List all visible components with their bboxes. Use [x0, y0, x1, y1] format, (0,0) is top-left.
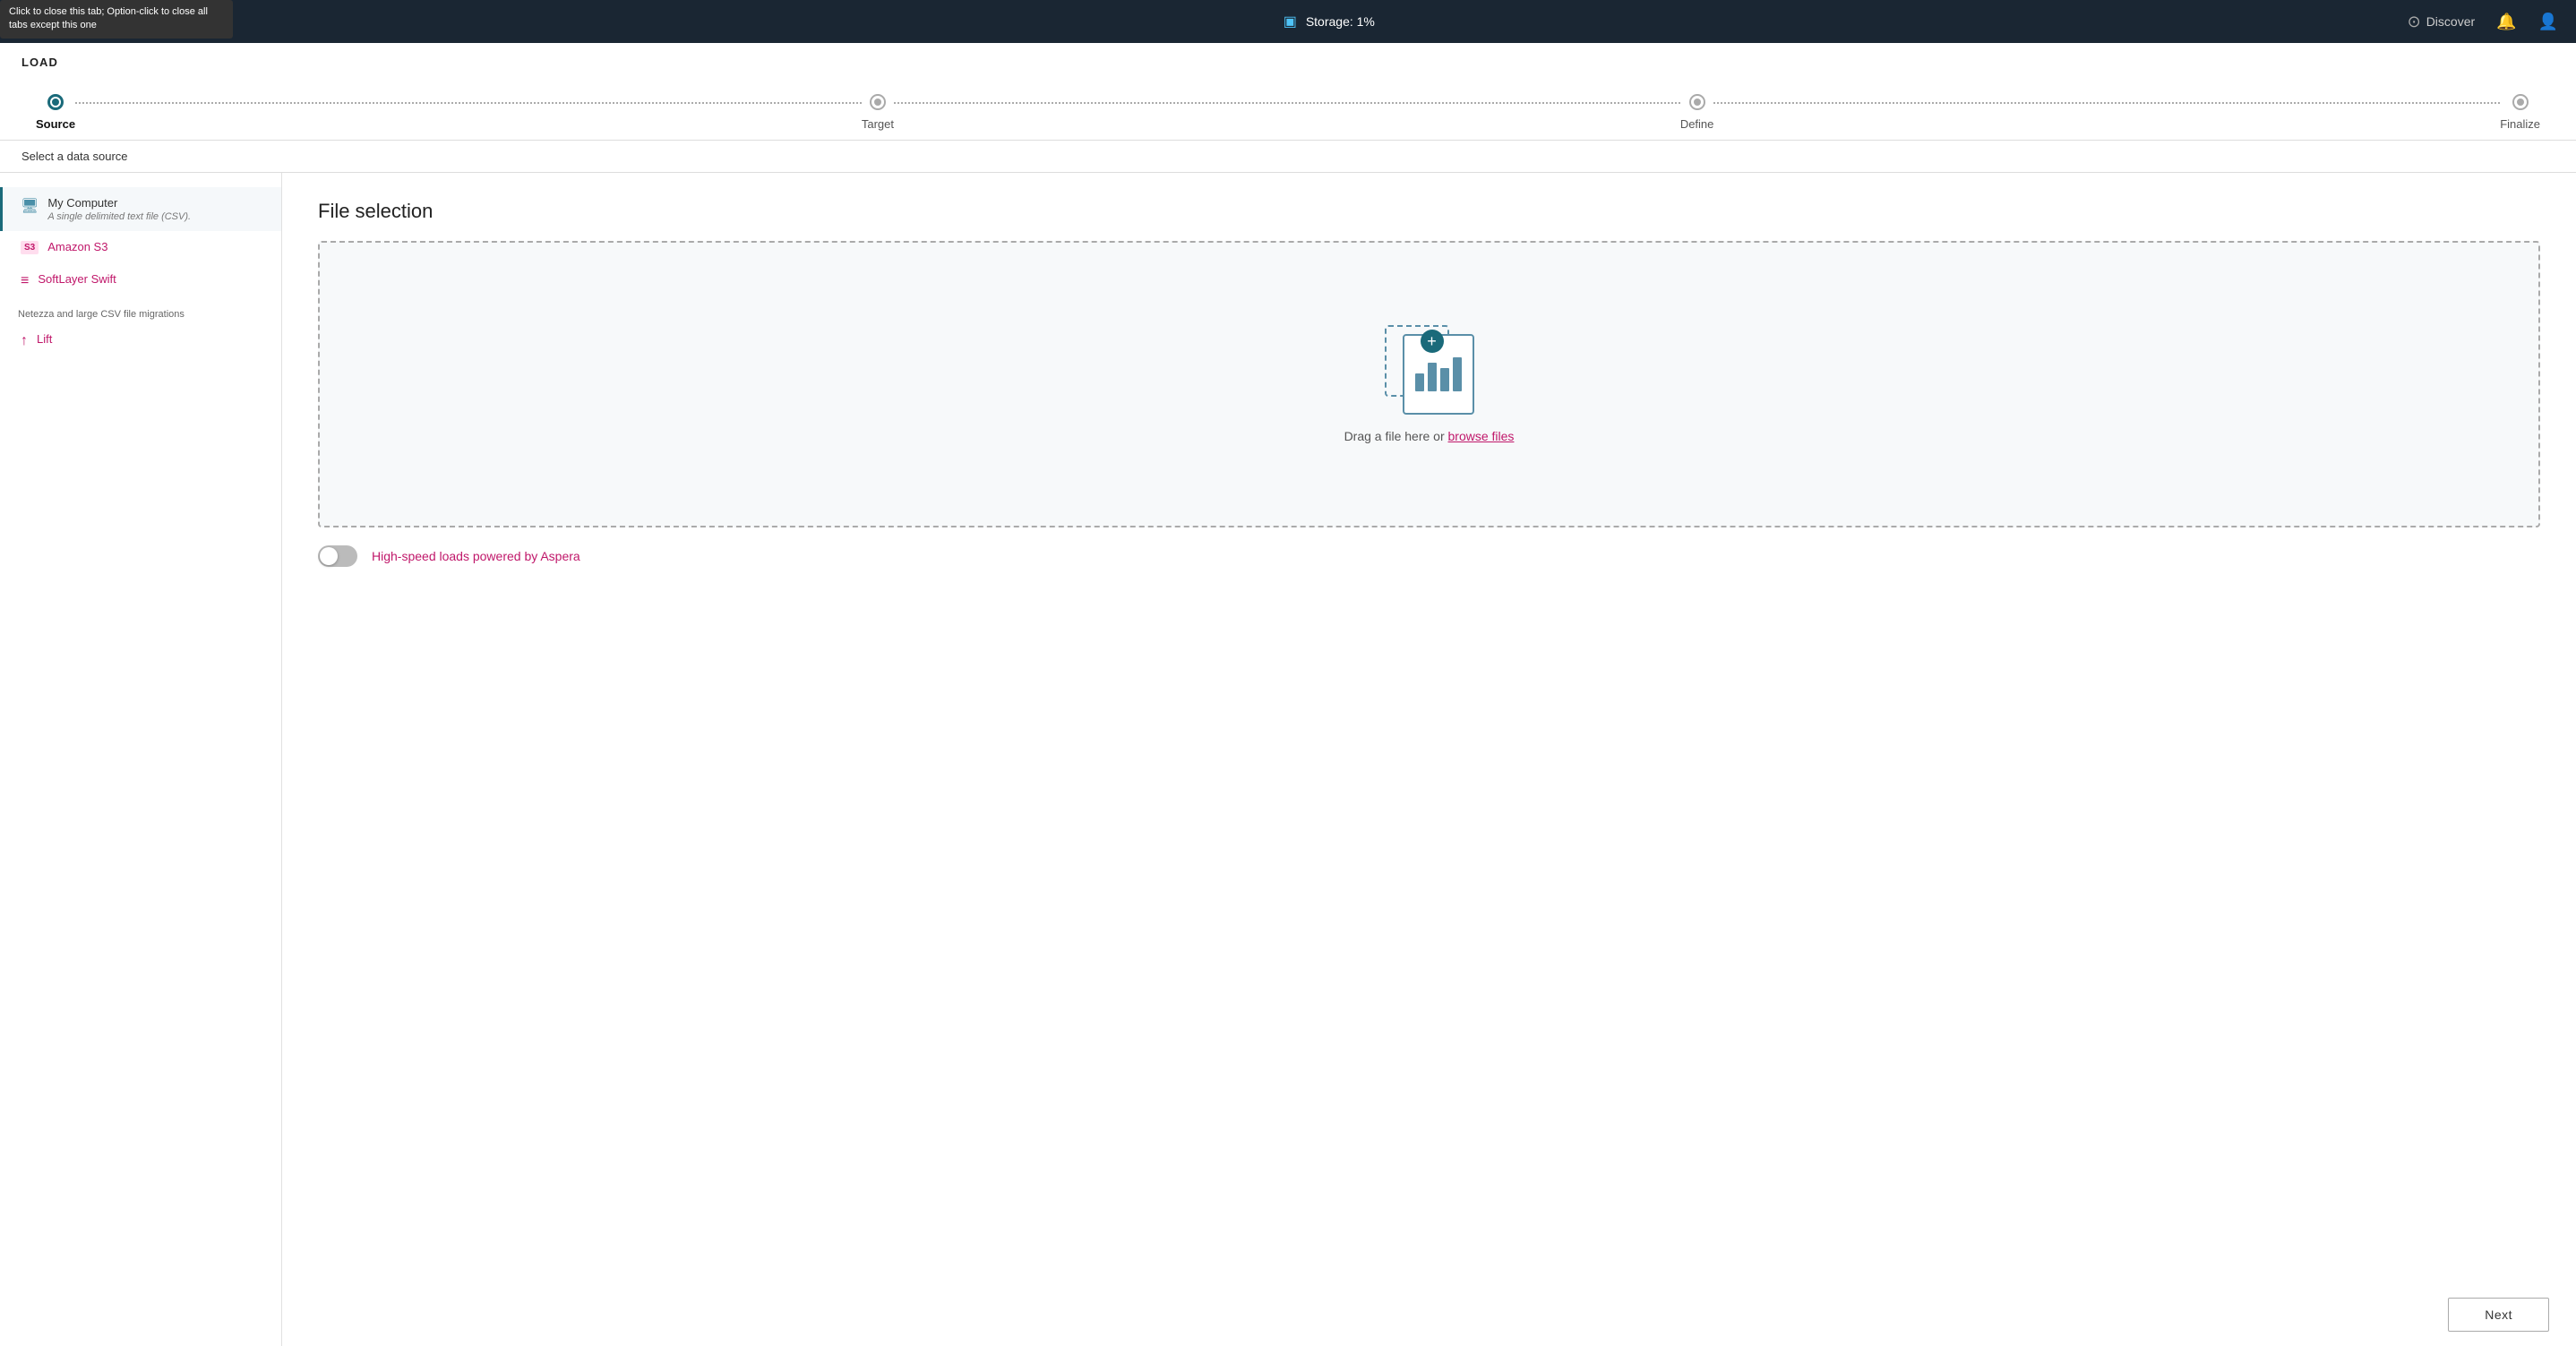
sidebar-item-amazon-s3[interactable]: S3 Amazon S3: [0, 231, 281, 263]
step-label-target: Target: [862, 117, 894, 131]
browse-files-link[interactable]: browse files: [1448, 429, 1515, 443]
step-container: Source Target Define Finalize: [36, 94, 2540, 131]
monitor-icon: 🖥: [21, 197, 39, 215]
step-circle-define: [1689, 94, 1705, 110]
step-target[interactable]: Target: [862, 94, 894, 131]
add-badge: +: [1421, 330, 1444, 353]
my-computer-content: My Computer A single delimited text file…: [47, 196, 191, 222]
notification-icon: 🔔: [2496, 13, 2516, 31]
storage-label: Storage: 1%: [1306, 14, 1375, 29]
bar-1: [1415, 373, 1424, 391]
notification-button[interactable]: 🔔: [2496, 13, 2516, 31]
user-button[interactable]: 👤: [2538, 13, 2558, 31]
content-title: File selection: [318, 200, 2540, 223]
softlayer-icon: ≡: [21, 273, 29, 289]
step-circle-finalize: [2512, 94, 2529, 110]
toggle-knob: [320, 547, 338, 565]
bar-2: [1428, 363, 1437, 391]
file-icon-bars: [1406, 348, 1471, 400]
next-button[interactable]: Next: [2448, 1298, 2549, 1332]
discover-label: Discover: [2426, 14, 2475, 29]
section-header: Select a data source: [0, 140, 2576, 173]
bar-4: [1453, 357, 1462, 391]
lift-icon: ↑: [21, 333, 28, 349]
step-circle-source: [47, 94, 64, 110]
discover-icon: ⊙: [2408, 13, 2421, 31]
step-label-source: Source: [36, 117, 75, 131]
sidebar-item-my-computer[interactable]: 🖥 My Computer A single delimited text fi…: [0, 187, 281, 231]
my-computer-subtitle: A single delimited text file (CSV).: [47, 211, 191, 222]
aspera-row: High-speed loads powered by Aspera: [318, 545, 2540, 567]
s3-badge: S3: [21, 241, 39, 254]
bar-3: [1440, 368, 1449, 391]
user-icon: 👤: [2538, 13, 2558, 31]
amazon-s3-title: Amazon S3: [47, 240, 107, 253]
step-line-2: [894, 102, 1680, 104]
aspera-toggle[interactable]: [318, 545, 357, 567]
page-title: LOAD: [0, 43, 2576, 76]
step-line-3: [1713, 102, 2500, 104]
storage-icon: ▣: [1284, 13, 1297, 30]
step-define[interactable]: Define: [1680, 94, 1714, 131]
step-line-1: [75, 102, 862, 104]
drop-zone-icon: +: [1385, 325, 1474, 415]
stepper: Source Target Define Finalize: [0, 76, 2576, 140]
lift-title: Lift: [37, 332, 52, 346]
sidebar-item-softlayer-swift[interactable]: ≡ SoftLayer Swift: [0, 263, 281, 298]
my-computer-title: My Computer: [47, 196, 191, 210]
sidebar: 🖥 My Computer A single delimited text fi…: [0, 173, 282, 1346]
step-label-finalize: Finalize: [2500, 117, 2540, 131]
main-content: 🖥 My Computer A single delimited text fi…: [0, 173, 2576, 1346]
aspera-label: High-speed loads powered by Aspera: [372, 549, 580, 563]
softlayer-swift-title: SoftLayer Swift: [38, 272, 116, 286]
content-area: File selection + Drag: [282, 173, 2576, 1346]
step-finalize[interactable]: Finalize: [2500, 94, 2540, 131]
footer-bar: Next: [2421, 1283, 2576, 1346]
step-circle-target: [870, 94, 886, 110]
topbar-right: ⊙ Discover 🔔 👤: [2408, 13, 2558, 31]
step-label-define: Define: [1680, 117, 1714, 131]
topbar: Click to close this tab; Option-click to…: [0, 0, 2576, 43]
drag-text: Drag a file here or: [1344, 429, 1448, 443]
netezza-section-label: Netezza and large CSV file migrations: [0, 298, 281, 323]
discover-button[interactable]: ⊙ Discover: [2408, 13, 2476, 31]
tooltip: Click to close this tab; Option-click to…: [0, 0, 233, 39]
drop-zone-text: Drag a file here or browse files: [1344, 429, 1515, 443]
drop-zone[interactable]: + Drag a file here or browse files: [318, 241, 2540, 527]
step-source[interactable]: Source: [36, 94, 75, 131]
sidebar-item-lift[interactable]: ↑ Lift: [0, 323, 281, 358]
